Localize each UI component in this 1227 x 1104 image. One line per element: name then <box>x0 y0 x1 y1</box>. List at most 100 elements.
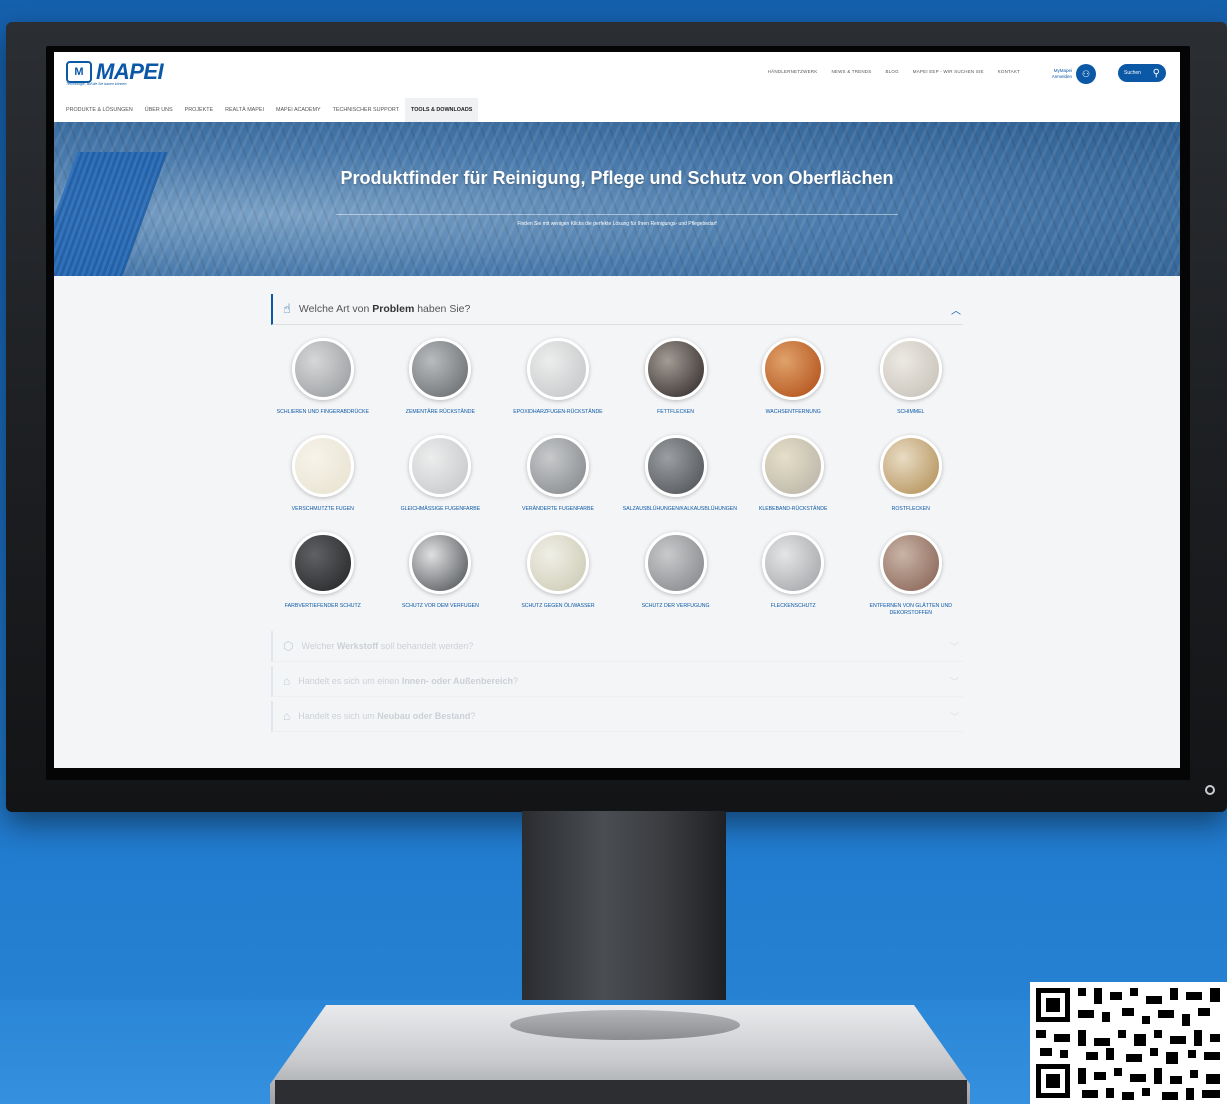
problem-row: FARBVERTIEFENDER SCHUTZ SCHUTZ VOR DEM VE… <box>264 532 970 629</box>
problem-tile-image <box>409 338 472 400</box>
site-header: M MAPEI Technologie, auf die Sie bauen k… <box>54 52 1180 122</box>
chevron-down-icon[interactable]: ﹀ <box>950 640 959 653</box>
problem-tile-label: SCHUTZ VOR DEM VERFUGEN <box>401 603 479 609</box>
problem-row: SCHLIEREN UND FINGERABDRÜCKE ZEMENTÄRE RÜ… <box>264 338 970 435</box>
qr-code[interactable] <box>1030 982 1227 1104</box>
problem-tile-image <box>526 338 589 400</box>
problem-tile-image <box>762 338 825 400</box>
problem-tile[interactable]: EPOXIDHARZFUGEN-RÜCKSTÄNDE <box>499 338 617 435</box>
problem-tile-label: ENTFERNEN VON GLÄTTEN UND DEKORSTOFFEN <box>869 603 952 616</box>
top-link-blog[interactable]: BLOG <box>885 69 898 74</box>
problem-tile[interactable]: SCHUTZ DER VERFUGUNG <box>617 532 735 629</box>
product-finder: ☝ Welche Art von Problem haben Sie? ︿ SC… <box>54 276 1180 768</box>
top-links: HÄNDLERNETZWERK NEWS & TRENDS BLOG MAPEI… <box>768 69 1020 74</box>
problem-tile[interactable]: FARBVERTIEFENDER SCHUTZ <box>264 532 382 629</box>
construction-section-header[interactable]: ⌂ Handelt es sich um Neubau oder Bestand… <box>271 701 963 732</box>
problem-tile-label: FETTFLECKEN <box>657 409 695 415</box>
logo-tagline: Technologie, auf die Sie bauen können. <box>66 82 128 86</box>
hero-title: Produktfinder für Reinigung, Pflege und … <box>340 168 894 188</box>
problem-tile[interactable]: SCHUTZ GEGEN ÖL/WASSER <box>499 532 617 629</box>
nav-item-realta-mapei[interactable]: REALTÀ MAPEI <box>219 98 270 122</box>
problem-tile-label: SALZAUSBLÜHUNGEN/KALKAUSBLÜHUNGEN <box>622 506 737 512</box>
top-link-jobs[interactable]: MAPEI EEP - WIR SUCHEN SIE <box>913 69 984 74</box>
problem-row: VERSCHMUTZTE FUGEN GLEICHMÄSSIGE FUGENFAR… <box>264 435 970 532</box>
problem-tile[interactable]: ENTFERNEN VON GLÄTTEN UND DEKORSTOFFEN <box>852 532 970 629</box>
problem-grid: SCHLIEREN UND FINGERABDRÜCKE ZEMENTÄRE RÜ… <box>264 338 970 629</box>
problem-tile[interactable]: GLEICHMÄSSIGE FUGENFARBE <box>382 435 500 532</box>
chevron-down-icon[interactable]: ﹀ <box>950 710 959 723</box>
problem-tile-image <box>644 532 707 594</box>
problem-tile-image <box>879 435 942 497</box>
mymapei-login[interactable]: MyMapei Anmelden ⚇ <box>1040 64 1096 84</box>
chevron-up-icon[interactable]: ︿ <box>951 302 961 317</box>
problem-tile[interactable]: FETTFLECKEN <box>617 338 735 435</box>
problem-tile-label: KLEBEBAND-RÜCKSTÄNDE <box>758 506 828 512</box>
problem-tile-image <box>644 338 707 400</box>
problem-tile-image <box>526 435 589 497</box>
problem-tile-label: SCHUTZ DER VERFUGUNG <box>641 603 710 609</box>
problem-tile-label: ROSTFLECKEN <box>891 506 930 512</box>
problem-tile[interactable]: KLEBEBAND-RÜCKSTÄNDE <box>734 435 852 532</box>
area-question: Handelt es sich um einen Innen- oder Auß… <box>298 676 519 686</box>
material-question: Welcher Werkstoff soll behandelt werden? <box>301 641 474 651</box>
problem-tile-image <box>879 338 942 400</box>
problem-tile-label: EPOXIDHARZFUGEN-RÜCKSTÄNDE <box>513 409 603 415</box>
problem-tile[interactable]: SCHIMMEL <box>852 338 970 435</box>
nav-item-technischer-support[interactable]: TECHNISCHER SUPPORT <box>327 98 405 122</box>
search-button[interactable]: Suchen ⚲ <box>1118 64 1166 82</box>
problem-tile[interactable]: SCHUTZ VOR DEM VERFUGEN <box>382 532 500 629</box>
top-link-haendlernetzwerk[interactable]: HÄNDLERNETZWERK <box>768 69 818 74</box>
problem-tile-label: ZEMENTÄRE RÜCKSTÄNDE <box>405 409 475 415</box>
problem-tile-label: SCHUTZ GEGEN ÖL/WASSER <box>521 603 595 609</box>
problem-tile[interactable]: SALZAUSBLÜHUNGEN/KALKAUSBLÜHUNGEN <box>617 435 737 532</box>
problem-tile-label: GLEICHMÄSSIGE FUGENFARBE <box>400 506 481 512</box>
problem-tile-label: FARBVERTIEFENDER SCHUTZ <box>284 603 361 609</box>
problem-tile-label: VERÄNDERTE FUGENFARBE <box>522 506 594 512</box>
problem-question: Welche Art von Problem haben Sie? <box>298 303 471 315</box>
nav-item-mapei-academy[interactable]: MAPEI ACADEMY <box>270 98 327 122</box>
nav-item-projekte[interactable]: PROJEKTE <box>179 98 219 122</box>
problem-tile[interactable]: ZEMENTÄRE RÜCKSTÄNDE <box>382 338 500 435</box>
hero-subtitle: Finden Sie mit wenigen Klicks die perfek… <box>517 221 717 227</box>
cube-icon: ⬡ <box>283 639 294 653</box>
main-nav: PRODUKTE & LÖSUNGEN ÜBER UNS PROJEKTE RE… <box>60 98 479 122</box>
problem-tile[interactable]: FLECKENSCHUTZ <box>734 532 852 629</box>
problem-tile[interactable]: ROSTFLECKEN <box>852 435 970 532</box>
problem-tile-image <box>762 532 825 594</box>
hero-banner: Produktfinder für Reinigung, Pflege und … <box>54 122 1180 276</box>
monitor-stand-neck <box>522 811 726 1026</box>
user-icon: ⚇ <box>1076 64 1096 84</box>
hand-icon: ☝ <box>283 301 291 316</box>
problem-tile-label: SCHLIEREN UND FINGERABDRÜCKE <box>276 409 369 415</box>
monitor-stand-foot <box>275 1080 967 1104</box>
chevron-down-icon[interactable]: ﹀ <box>950 675 959 688</box>
problem-tile-image <box>409 532 472 594</box>
problem-tile-image <box>644 435 707 497</box>
problem-tile-image <box>526 532 589 594</box>
problem-tile[interactable]: VERÄNDERTE FUGENFARBE <box>499 435 617 532</box>
problem-tile-label: FLECKENSCHUTZ <box>770 603 816 609</box>
nav-item-produkte-loesungen[interactable]: PRODUKTE & LÖSUNGEN <box>60 98 139 122</box>
mapei-logo-icon: M <box>66 61 92 83</box>
material-section-header[interactable]: ⬡ Welcher Werkstoff soll behandelt werde… <box>271 631 963 662</box>
browser-viewport: M MAPEI Technologie, auf die Sie bauen k… <box>54 52 1180 768</box>
area-section-header[interactable]: ⌂ Handelt es sich um einen Innen- oder A… <box>271 666 963 697</box>
top-link-news[interactable]: NEWS & TRENDS <box>831 69 871 74</box>
problem-tile[interactable]: SCHLIEREN UND FINGERABDRÜCKE <box>264 338 382 435</box>
problem-tile-image <box>291 435 354 497</box>
problem-tile-image <box>409 435 472 497</box>
top-link-kontakt[interactable]: KONTAKT <box>998 69 1020 74</box>
problem-tile-label: VERSCHMUTZTE FUGEN <box>291 506 354 512</box>
nav-item-tools-downloads[interactable]: TOOLS & DOWNLOADS <box>405 98 479 122</box>
problem-tile-image <box>762 435 825 497</box>
building-icon: ⌂ <box>283 674 291 688</box>
problem-tile[interactable]: VERSCHMUTZTE FUGEN <box>264 435 382 532</box>
problem-tile-image <box>879 532 942 594</box>
house-icon: ⌂ <box>283 709 291 723</box>
mymapei-label: MyMapei Anmelden <box>1051 68 1072 79</box>
problem-section-header[interactable]: ☝ Welche Art von Problem haben Sie? ︿ <box>271 294 963 325</box>
power-icon <box>1205 785 1215 795</box>
problem-tile[interactable]: WACHSENTFERNUNG <box>734 338 852 435</box>
nav-item-ueber-uns[interactable]: ÜBER UNS <box>139 98 179 122</box>
construction-question: Handelt es sich um Neubau oder Bestand? <box>298 711 476 721</box>
